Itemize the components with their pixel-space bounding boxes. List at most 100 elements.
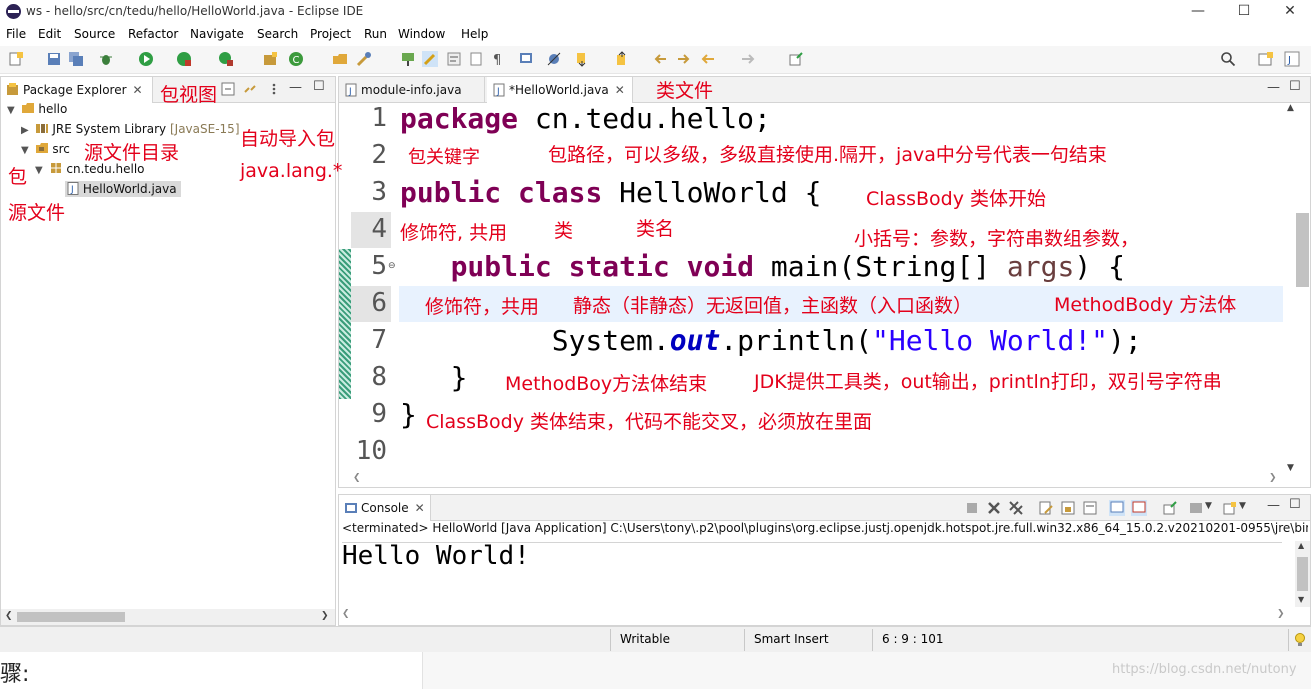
remove-launch-icon[interactable]	[987, 501, 1001, 515]
new-class-icon[interactable]: C	[288, 51, 304, 67]
code-line-3[interactable]: public class HelloWorld {	[400, 176, 821, 209]
scroll-lock-icon[interactable]	[1061, 501, 1075, 515]
open-perspective-icon[interactable]	[1258, 51, 1274, 67]
minimize-view-icon[interactable]: —	[1267, 498, 1280, 513]
java-perspective-icon[interactable]: J	[1284, 51, 1300, 67]
chevron-down-icon[interactable]: ▼	[7, 105, 15, 116]
skip-breakpoints-icon[interactable]	[546, 51, 562, 67]
show-on-stdout-icon[interactable]	[1109, 500, 1125, 516]
mark-occurrences-icon[interactable]	[422, 51, 438, 67]
pin-console-icon[interactable]	[1163, 501, 1177, 515]
close-icon[interactable]: ✕	[415, 501, 425, 515]
lightbulb-icon[interactable]	[1294, 632, 1306, 648]
scroll-down-icon[interactable]: ▼	[1298, 595, 1304, 604]
next-annotation-icon[interactable]	[574, 51, 590, 67]
chevron-right-icon[interactable]: ▶	[21, 125, 29, 136]
display-console-icon[interactable]	[1189, 501, 1203, 515]
tab-console[interactable]: Console ✕	[339, 495, 431, 521]
scroll-right-icon[interactable]: ❯	[1277, 609, 1285, 619]
run-icon[interactable]	[138, 51, 154, 67]
forward-icon[interactable]	[740, 51, 756, 67]
search-icon[interactable]	[1220, 51, 1236, 67]
chevron-down-icon[interactable]: ▼	[35, 165, 43, 176]
code-line-1[interactable]: package cn.tedu.hello;	[400, 102, 771, 135]
scroll-left-icon[interactable]: ❮	[353, 473, 361, 483]
chevron-down-icon[interactable]: ▼	[21, 145, 29, 156]
tab-package-explorer[interactable]: Package Explorer ✕	[1, 77, 153, 103]
maximize-view-icon[interactable]: ☐	[1289, 79, 1301, 94]
scroll-right-icon[interactable]: ❯	[1269, 473, 1277, 483]
maximize-button[interactable]: ☐	[1232, 1, 1256, 21]
minimize-view-icon[interactable]: —	[289, 80, 302, 95]
scroll-up-icon[interactable]: ▲	[1298, 541, 1304, 550]
scroll-left-icon[interactable]: ❮	[5, 611, 13, 621]
prev-annotation-icon[interactable]	[614, 51, 630, 67]
menu-refactor[interactable]: Refactor	[128, 27, 178, 41]
tab-module-info[interactable]: J module-info.java	[339, 77, 485, 103]
block-selection-icon[interactable]	[468, 51, 484, 67]
maximize-view-icon[interactable]: ☐	[313, 79, 325, 94]
console-view-icon[interactable]	[518, 51, 534, 67]
chevron-down-icon[interactable]: ▼	[1239, 501, 1246, 511]
open-console-icon[interactable]	[1223, 501, 1237, 515]
close-icon[interactable]: ✕	[615, 83, 625, 97]
menu-help[interactable]: Help	[461, 27, 488, 41]
minimize-view-icon[interactable]: —	[1267, 80, 1280, 95]
minimize-button[interactable]: —	[1186, 1, 1210, 21]
tree-file-helloworld[interactable]: J HelloWorld.java	[65, 181, 181, 197]
terminate-icon[interactable]	[965, 501, 979, 515]
remove-all-terminated-icon[interactable]	[1009, 501, 1023, 515]
menu-source[interactable]: Source	[74, 27, 115, 41]
close-button[interactable]: ✕	[1278, 1, 1302, 21]
new-icon[interactable]	[8, 51, 24, 67]
explorer-hscrollbar[interactable]: ❮ ❯	[1, 609, 335, 625]
code-line-7[interactable]: System.out.println("Hello World!");	[400, 324, 1142, 357]
show-on-stderr-icon[interactable]	[1131, 500, 1147, 516]
console-output[interactable]: Hello World!	[342, 541, 530, 571]
search-tool-icon[interactable]	[356, 51, 372, 67]
editor-vscrollbar[interactable]: ▲ ▼	[1283, 103, 1310, 487]
debug-icon[interactable]	[98, 51, 114, 67]
tab-helloworld[interactable]: J *HelloWorld.java ✕	[487, 77, 633, 103]
tree-src-folder[interactable]: ▼ src	[21, 142, 70, 156]
menu-search[interactable]: Search	[257, 27, 298, 41]
pin-editor-icon[interactable]	[788, 51, 804, 67]
save-all-icon[interactable]	[68, 51, 84, 67]
chevron-down-icon[interactable]: ▼	[1205, 501, 1212, 511]
maximize-view-icon[interactable]: ☐	[1289, 497, 1301, 512]
new-package-icon[interactable]	[262, 51, 278, 67]
save-icon[interactable]	[46, 51, 62, 67]
open-type-icon[interactable]	[332, 51, 348, 67]
show-whitespace-icon[interactable]: ¶	[490, 51, 506, 67]
code-line-8[interactable]: }	[400, 361, 468, 394]
console-vscrollbar[interactable]: ▲ ▼	[1295, 541, 1310, 607]
scroll-right-icon[interactable]: ❯	[321, 611, 329, 621]
view-menu-icon[interactable]	[267, 82, 281, 96]
menu-edit[interactable]: Edit	[38, 27, 61, 41]
clear-console-icon[interactable]	[1039, 501, 1053, 515]
scroll-up-icon[interactable]: ▲	[1287, 103, 1294, 113]
code-line-9[interactable]: }	[400, 398, 417, 431]
collapse-all-icon[interactable]	[221, 82, 235, 96]
forward-edit-icon[interactable]	[676, 51, 692, 67]
code-line-5[interactable]: public static void main(String[] args) {	[400, 250, 1125, 283]
coverage-icon[interactable]	[176, 51, 192, 67]
external-tools-icon[interactable]	[218, 51, 234, 67]
menu-run[interactable]: Run	[364, 27, 387, 41]
tree-jre-library[interactable]: ▶ JRE System Library [JavaSE-15]	[21, 122, 240, 136]
toggle-word-wrap-icon[interactable]	[446, 51, 462, 67]
scroll-left-icon[interactable]: ❮	[342, 609, 350, 619]
scrollbar-thumb[interactable]	[1297, 557, 1308, 591]
scrollbar-thumb[interactable]	[17, 612, 125, 622]
status-insert-mode[interactable]: Smart Insert	[754, 632, 829, 646]
close-icon[interactable]: ✕	[133, 83, 143, 97]
menu-navigate[interactable]: Navigate	[190, 27, 244, 41]
scroll-down-icon[interactable]: ▼	[1287, 463, 1294, 473]
word-wrap-icon[interactable]	[1083, 501, 1097, 515]
last-edit-icon[interactable]	[652, 51, 668, 67]
fold-icon[interactable]: ⊖	[388, 261, 396, 271]
scrollbar-thumb[interactable]	[1296, 213, 1309, 287]
menu-project[interactable]: Project	[310, 27, 351, 41]
back-icon[interactable]	[700, 51, 716, 67]
tree-project-hello[interactable]: ▼ hello	[7, 102, 67, 116]
